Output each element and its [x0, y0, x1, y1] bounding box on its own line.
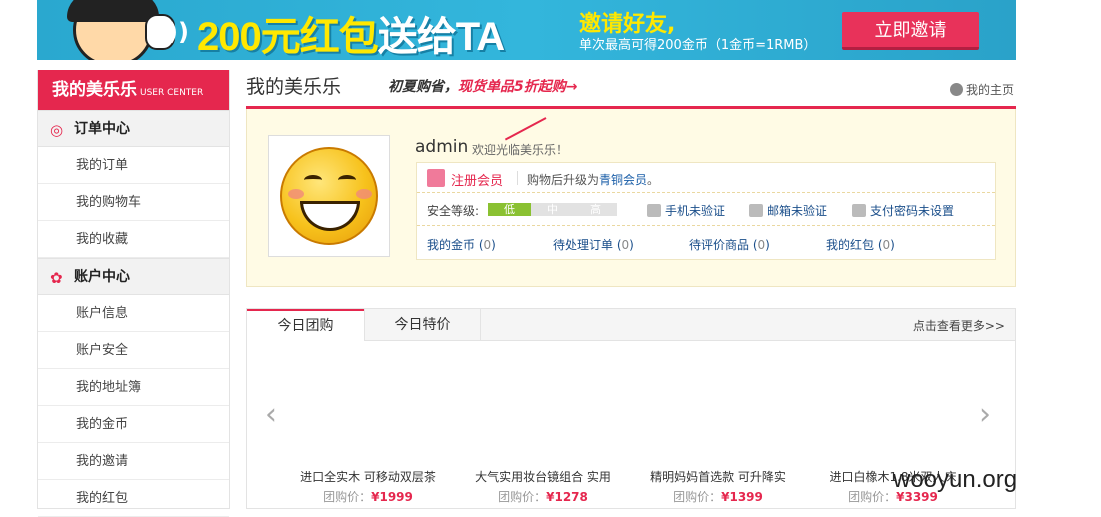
sidebar-item-invites[interactable]: 我的邀请 — [38, 443, 229, 480]
signal-wave-icon: )) — [167, 18, 189, 46]
product-price: 团购价：¥1278 — [498, 490, 588, 504]
home-icon — [950, 83, 963, 96]
product-card[interactable]: 进口全实木 可移动双层茶 团购价：¥1999 — [283, 468, 453, 505]
member-level[interactable]: 注册会员 — [451, 170, 503, 189]
member-icon — [427, 169, 445, 187]
eye-icon — [304, 175, 322, 185]
member-row: 注册会员 购物后升级为青铜会员。 — [417, 163, 995, 193]
view-more-link[interactable]: 点击查看更多>> — [913, 317, 1005, 334]
sidebar-item-cart[interactable]: 我的购物车 — [38, 184, 229, 221]
phone-icon — [647, 204, 661, 217]
cheek-icon — [356, 189, 372, 199]
sidebar-item-my-orders[interactable]: 我的订单 — [38, 147, 229, 184]
product-card[interactable]: 精明妈妈首选款 可升降实 团购价：¥1399 — [633, 468, 803, 505]
mail-icon — [749, 204, 763, 217]
tab-group-buy[interactable]: 今日团购 — [247, 309, 364, 342]
chevron-left-icon[interactable]: ‹ — [265, 397, 277, 432]
sidebar-item-address-book[interactable]: 我的地址簿 — [38, 369, 229, 406]
mouth-icon — [300, 201, 360, 231]
security-level-mid: 中 — [531, 203, 574, 216]
sidebar-group-orders: ◎ 订单中心 — [38, 110, 229, 147]
welcome-text: 欢迎光临美乐乐！ — [472, 143, 569, 157]
product-price: 团购价：¥1999 — [323, 490, 413, 504]
divider — [517, 171, 518, 185]
sidebar-group-account: ✿ 账户中心 — [38, 258, 229, 295]
sidebar: 我的美乐乐 USER CENTER ◎ 订单中心 我的订单 我的购物车 我的收藏 ✿… — [37, 70, 230, 517]
cheek-icon — [288, 189, 304, 199]
chevron-right-icon[interactable]: › — [979, 397, 991, 432]
stat-to-review[interactable]: 待评价商品 (0) — [689, 236, 770, 253]
eye-icon — [338, 175, 356, 185]
bronze-member-link[interactable]: 青铜会员 — [599, 173, 647, 187]
stat-coins[interactable]: 我的金币 (0) — [427, 236, 496, 253]
profile-panel: admin 欢迎光临美乐乐！ 注册会员 购物后升级为青铜会员。 安全等级: 低 … — [246, 109, 1016, 287]
product-name[interactable]: 进口全实木 可移动双层茶 — [283, 468, 453, 485]
promo-link[interactable]: 初夏购省，现货单品5折起购→ — [388, 76, 577, 96]
smiley-avatar-icon — [280, 147, 378, 245]
product-name[interactable]: 大气实用妆台镜组合 实用 — [458, 468, 628, 485]
banner-headline: 200元红包送给TA — [197, 15, 505, 59]
home-link[interactable]: 我的主页 — [950, 81, 1014, 98]
product-card[interactable]: 大气实用妆台镜组合 实用 团购价：¥1278 — [458, 468, 628, 505]
invite-banner[interactable]: )) 200元红包送给TA 邀请好友, 单次最高可得200金币（1金币=1RMB… — [37, 0, 1016, 60]
cartoon-hair-icon — [67, 0, 159, 22]
lock-icon — [852, 204, 866, 217]
phone-verify-link[interactable]: 手机未验证 — [647, 202, 725, 219]
security-level-low: 低 — [488, 203, 531, 216]
banner-invite-sub: 单次最高可得200金币（1金币=1RMB） — [579, 38, 817, 53]
stat-red-packets[interactable]: 我的红包 (0) — [826, 236, 895, 253]
sidebar-item-account-info[interactable]: 账户信息 — [38, 295, 229, 332]
tab-daily-special[interactable]: 今日特价 — [364, 309, 481, 341]
page-title: 我的美乐乐 — [246, 76, 342, 98]
stat-pending-orders[interactable]: 待处理订单 (0) — [553, 236, 634, 253]
sidebar-item-favorites[interactable]: 我的收藏 — [38, 221, 229, 258]
product-name[interactable]: 精明妈妈首选款 可升降实 — [633, 468, 803, 485]
security-label: 安全等级: — [427, 204, 480, 218]
email-verify-link[interactable]: 邮箱未验证 — [749, 202, 827, 219]
sidebar-item-coins[interactable]: 我的金币 — [38, 406, 229, 443]
security-row: 安全等级: 低 中 高 手机未验证 邮箱未验证 支付密码未设置 — [417, 193, 995, 226]
product-price: 团购价：¥1399 — [673, 490, 763, 504]
account-summary-card: 注册会员 购物后升级为青铜会员。 安全等级: 低 中 高 手机未验证 邮箱未验证… — [416, 162, 996, 260]
username: admin — [415, 137, 469, 157]
sidebar-item-red-packets[interactable]: 我的红包 — [38, 480, 229, 517]
security-level-high: 高 — [574, 203, 617, 216]
stats-row: 我的金币 (0) 待处理订单 (0) 待评价商品 (0) 我的红包 (0) — [417, 226, 995, 260]
gear-icon: ✿ — [50, 269, 63, 287]
watermark: wooyun.org — [893, 466, 1018, 493]
target-icon: ◎ — [50, 121, 64, 139]
deals-tabs: 今日团购 今日特价 点击查看更多>> — [247, 309, 1015, 342]
pay-password-link[interactable]: 支付密码未设置 — [852, 202, 954, 219]
upgrade-hint: 购物后升级为青铜会员。 — [527, 173, 660, 187]
invite-now-button[interactable]: 立即邀请 — [842, 12, 979, 50]
sidebar-item-account-security[interactable]: 账户安全 — [38, 332, 229, 369]
sidebar-title: 我的美乐乐 USER CENTER — [38, 70, 229, 110]
avatar[interactable] — [268, 135, 390, 257]
